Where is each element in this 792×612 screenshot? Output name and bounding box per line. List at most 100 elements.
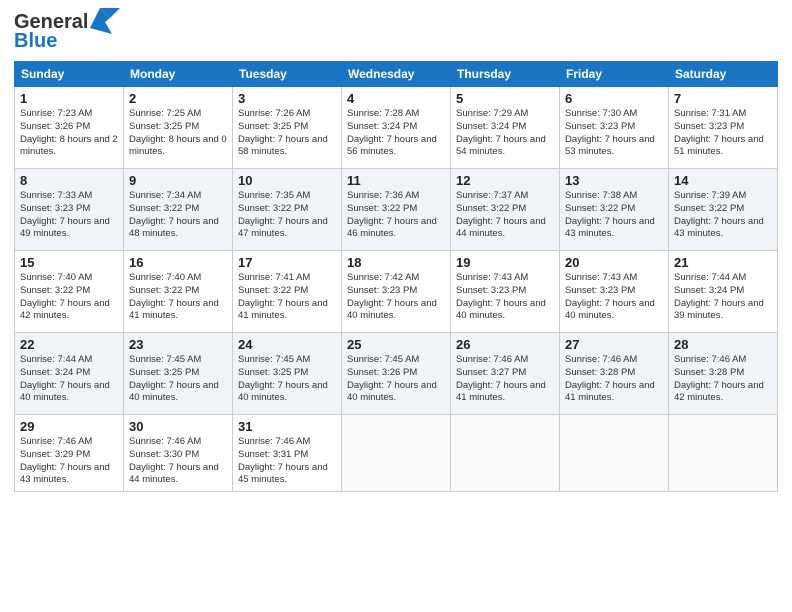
day-info: Sunrise: 7:46 AMSunset: 3:28 PMDaylight:…	[565, 354, 663, 405]
day-info: Sunrise: 7:46 AMSunset: 3:28 PMDaylight:…	[674, 354, 772, 405]
calendar-cell: 17 Sunrise: 7:41 AMSunset: 3:22 PMDayligh…	[233, 251, 342, 333]
day-number: 5	[456, 91, 554, 106]
calendar-cell: 21 Sunrise: 7:44 AMSunset: 3:24 PMDayligh…	[669, 251, 778, 333]
day-info: Sunrise: 7:34 AMSunset: 3:22 PMDaylight:…	[129, 190, 227, 241]
day-number: 14	[674, 173, 772, 188]
calendar-cell: 20 Sunrise: 7:43 AMSunset: 3:23 PMDayligh…	[560, 251, 669, 333]
day-number: 10	[238, 173, 336, 188]
day-number: 15	[20, 255, 118, 270]
day-number: 13	[565, 173, 663, 188]
day-number: 29	[20, 419, 118, 434]
day-info: Sunrise: 7:31 AMSunset: 3:23 PMDaylight:…	[674, 108, 772, 159]
day-number: 16	[129, 255, 227, 270]
calendar-cell: 5 Sunrise: 7:29 AMSunset: 3:24 PMDaylight…	[451, 87, 560, 169]
day-info: Sunrise: 7:43 AMSunset: 3:23 PMDaylight:…	[565, 272, 663, 323]
day-info: Sunrise: 7:25 AMSunset: 3:25 PMDaylight:…	[129, 108, 227, 159]
calendar-cell: 6 Sunrise: 7:30 AMSunset: 3:23 PMDaylight…	[560, 87, 669, 169]
calendar-table: SundayMondayTuesdayWednesdayThursdayFrid…	[14, 61, 778, 492]
day-number: 23	[129, 337, 227, 352]
day-info: Sunrise: 7:38 AMSunset: 3:22 PMDaylight:…	[565, 190, 663, 241]
calendar-cell: 9 Sunrise: 7:34 AMSunset: 3:22 PMDaylight…	[124, 169, 233, 251]
day-number: 12	[456, 173, 554, 188]
day-number: 19	[456, 255, 554, 270]
calendar-cell: 19 Sunrise: 7:43 AMSunset: 3:23 PMDayligh…	[451, 251, 560, 333]
calendar-cell: 8 Sunrise: 7:33 AMSunset: 3:23 PMDaylight…	[15, 169, 124, 251]
day-header-saturday: Saturday	[669, 62, 778, 87]
day-number: 30	[129, 419, 227, 434]
day-number: 2	[129, 91, 227, 106]
calendar-cell: 13 Sunrise: 7:38 AMSunset: 3:22 PMDayligh…	[560, 169, 669, 251]
calendar-cell	[560, 415, 669, 492]
day-number: 22	[20, 337, 118, 352]
day-number: 27	[565, 337, 663, 352]
day-info: Sunrise: 7:44 AMSunset: 3:24 PMDaylight:…	[20, 354, 118, 405]
day-number: 21	[674, 255, 772, 270]
day-info: Sunrise: 7:45 AMSunset: 3:26 PMDaylight:…	[347, 354, 445, 405]
day-number: 28	[674, 337, 772, 352]
calendar-cell: 2 Sunrise: 7:25 AMSunset: 3:25 PMDaylight…	[124, 87, 233, 169]
day-info: Sunrise: 7:36 AMSunset: 3:22 PMDaylight:…	[347, 190, 445, 241]
day-number: 6	[565, 91, 663, 106]
day-header-monday: Monday	[124, 62, 233, 87]
day-header-tuesday: Tuesday	[233, 62, 342, 87]
calendar-cell: 26Sunrise: 7:46 AMSunset: 3:27 PMDayligh…	[451, 333, 560, 415]
calendar-cell: 24Sunrise: 7:45 AMSunset: 3:25 PMDayligh…	[233, 333, 342, 415]
day-number: 1	[20, 91, 118, 106]
calendar-header-row: SundayMondayTuesdayWednesdayThursdayFrid…	[15, 62, 778, 87]
day-info: Sunrise: 7:37 AMSunset: 3:22 PMDaylight:…	[456, 190, 554, 241]
day-info: Sunrise: 7:40 AMSunset: 3:22 PMDaylight:…	[20, 272, 118, 323]
calendar-cell: 23 Sunrise: 7:45 AMSunset: 3:25 PMDayligh…	[124, 333, 233, 415]
day-info: Sunrise: 7:46 AMSunset: 3:31 PMDaylight:…	[238, 436, 336, 487]
calendar-page: General Blue SundayMondayTuesdayWednesda…	[0, 0, 792, 612]
logo: General Blue	[14, 10, 120, 53]
calendar-cell	[342, 415, 451, 492]
day-info: Sunrise: 7:23 AMSunset: 3:26 PMDaylight:…	[20, 108, 118, 159]
day-info: Sunrise: 7:45 AMSunset: 3:25 PMDaylight:…	[238, 354, 336, 405]
day-number: 8	[20, 173, 118, 188]
day-header-wednesday: Wednesday	[342, 62, 451, 87]
day-info: Sunrise: 7:30 AMSunset: 3:23 PMDaylight:…	[565, 108, 663, 159]
day-info: Sunrise: 7:35 AMSunset: 3:22 PMDaylight:…	[238, 190, 336, 241]
day-info: Sunrise: 7:26 AMSunset: 3:25 PMDaylight:…	[238, 108, 336, 159]
calendar-cell: 15 Sunrise: 7:40 AMSunset: 3:22 PMDayligh…	[15, 251, 124, 333]
day-info: Sunrise: 7:39 AMSunset: 3:22 PMDaylight:…	[674, 190, 772, 241]
calendar-cell: 12 Sunrise: 7:37 AMSunset: 3:22 PMDayligh…	[451, 169, 560, 251]
day-number: 26	[456, 337, 554, 352]
day-number: 31	[238, 419, 336, 434]
day-number: 3	[238, 91, 336, 106]
day-number: 18	[347, 255, 445, 270]
day-info: Sunrise: 7:46 AMSunset: 3:29 PMDaylight:…	[20, 436, 118, 487]
logo-icon	[90, 8, 120, 34]
calendar-cell	[669, 415, 778, 492]
day-info: Sunrise: 7:29 AMSunset: 3:24 PMDaylight:…	[456, 108, 554, 159]
day-info: Sunrise: 7:33 AMSunset: 3:23 PMDaylight:…	[20, 190, 118, 241]
day-number: 25	[347, 337, 445, 352]
calendar-cell: 29 Sunrise: 7:46 AMSunset: 3:29 PMDayligh…	[15, 415, 124, 492]
day-number: 7	[674, 91, 772, 106]
calendar-cell: 7 Sunrise: 7:31 AMSunset: 3:23 PMDaylight…	[669, 87, 778, 169]
calendar-cell: 28 Sunrise: 7:46 AMSunset: 3:28 PMDayligh…	[669, 333, 778, 415]
calendar-cell: 10 Sunrise: 7:35 AMSunset: 3:22 PMDayligh…	[233, 169, 342, 251]
calendar-cell: 3 Sunrise: 7:26 AMSunset: 3:25 PMDaylight…	[233, 87, 342, 169]
calendar-cell: 16 Sunrise: 7:40 AMSunset: 3:22 PMDayligh…	[124, 251, 233, 333]
day-header-friday: Friday	[560, 62, 669, 87]
calendar-cell: 22 Sunrise: 7:44 AMSunset: 3:24 PMDayligh…	[15, 333, 124, 415]
calendar-cell: 31 Sunrise: 7:46 AMSunset: 3:31 PMDayligh…	[233, 415, 342, 492]
day-info: Sunrise: 7:44 AMSunset: 3:24 PMDaylight:…	[674, 272, 772, 323]
calendar-cell: 4 Sunrise: 7:28 AMSunset: 3:24 PMDaylight…	[342, 87, 451, 169]
calendar-cell: 14 Sunrise: 7:39 AMSunset: 3:22 PMDayligh…	[669, 169, 778, 251]
day-number: 4	[347, 91, 445, 106]
calendar-cell: 25 Sunrise: 7:45 AMSunset: 3:26 PMDayligh…	[342, 333, 451, 415]
day-info: Sunrise: 7:43 AMSunset: 3:23 PMDaylight:…	[456, 272, 554, 323]
day-number: 20	[565, 255, 663, 270]
day-info: Sunrise: 7:40 AMSunset: 3:22 PMDaylight:…	[129, 272, 227, 323]
day-header-thursday: Thursday	[451, 62, 560, 87]
day-info: Sunrise: 7:28 AMSunset: 3:24 PMDaylight:…	[347, 108, 445, 159]
day-number: 9	[129, 173, 227, 188]
logo-blue-text: Blue	[14, 30, 57, 53]
day-info: Sunrise: 7:41 AMSunset: 3:22 PMDaylight:…	[238, 272, 336, 323]
day-info: Sunrise: 7:45 AMSunset: 3:25 PMDaylight:…	[129, 354, 227, 405]
header: General Blue	[14, 10, 778, 53]
day-info: Sunrise: 7:46 AMSunset: 3:30 PMDaylight:…	[129, 436, 227, 487]
day-number: 17	[238, 255, 336, 270]
